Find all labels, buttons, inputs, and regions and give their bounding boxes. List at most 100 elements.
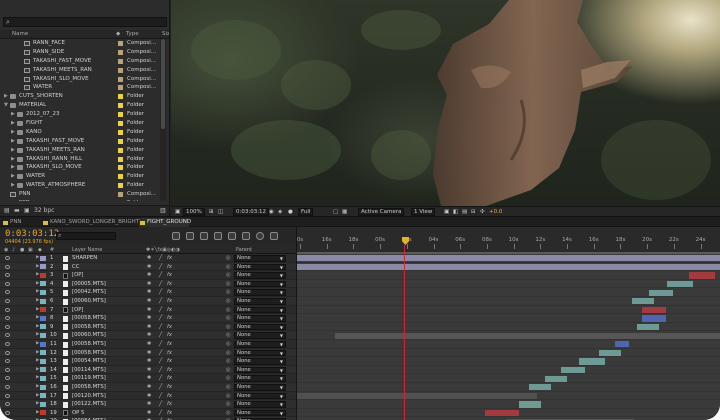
shy-switch-icon[interactable]: ✱ [147, 280, 151, 288]
expand-closed-icon[interactable]: ▶ [11, 119, 15, 128]
label-swatch[interactable] [40, 410, 46, 416]
project-item[interactable]: ▶ TAKASHI_MEETS_RAN Folder [0, 146, 169, 155]
expand-closed-icon[interactable]: ▶ [36, 409, 39, 417]
draft-3d-icon[interactable] [186, 232, 194, 240]
shy-switch-icon[interactable]: ✱ [147, 357, 151, 365]
parent-dropdown[interactable]: None ▼ [234, 332, 286, 339]
quality-switch-icon[interactable]: ╱ [159, 323, 162, 331]
project-item[interactable]: TAKASHI_SLO_MOVE Composi... [0, 75, 169, 84]
layer-row[interactable]: ▶ 16 [00058.MTS] ✱ ╱ fx ◎ None ▼ [0, 383, 296, 392]
column-name[interactable]: Name [12, 31, 28, 37]
project-item[interactable]: PNN Composi... [0, 190, 169, 199]
current-time-indicator[interactable] [404, 245, 405, 420]
eye-icon[interactable] [5, 264, 10, 269]
expand-closed-icon[interactable]: ▶ [36, 323, 39, 331]
quality-switch-icon[interactable]: ╱ [159, 288, 162, 296]
shy-switch-icon[interactable]: ✱ [147, 263, 151, 271]
project-item[interactable]: ▶ PSD Folder [0, 199, 169, 201]
layer-row[interactable]: ▶ 15 [00119.MTS] ✱ ╱ fx ◎ None ▼ [0, 374, 296, 383]
eye-icon[interactable] [5, 393, 10, 398]
expand-closed-icon[interactable]: ▶ [11, 172, 15, 181]
shy-switch-icon[interactable]: ✱ [147, 288, 151, 296]
eye-icon[interactable] [5, 376, 10, 381]
expand-closed-icon[interactable]: ▶ [36, 400, 39, 408]
expand-closed-icon[interactable]: ▶ [36, 331, 39, 339]
eye-icon[interactable] [5, 410, 10, 415]
expand-closed-icon[interactable]: ▶ [11, 155, 15, 164]
expand-closed-icon[interactable]: ▶ [11, 128, 15, 137]
fx-switch-icon[interactable]: fx [167, 288, 172, 296]
fx-switch-icon[interactable]: fx [167, 331, 172, 339]
eye-icon[interactable] [5, 273, 10, 278]
quality-switch-icon[interactable]: ╱ [159, 340, 162, 348]
timeline-timecode[interactable]: 0:03:03:12 [5, 229, 59, 239]
layer-duration-bar[interactable] [615, 341, 629, 348]
layer-duration-bar[interactable] [335, 332, 720, 339]
expand-closed-icon[interactable]: ▶ [36, 349, 39, 357]
eye-icon[interactable] [5, 281, 10, 286]
expand-closed-icon[interactable]: ▶ [36, 297, 39, 305]
fx-switch-icon[interactable]: fx [167, 280, 172, 288]
parent-dropdown[interactable]: None ▼ [234, 255, 286, 262]
region-icon[interactable]: ◫ [218, 209, 223, 215]
fx-switch-icon[interactable]: fx [167, 392, 172, 400]
quality-switch-icon[interactable]: ╱ [159, 314, 162, 322]
label-swatch[interactable] [118, 85, 123, 91]
fx-switch-icon[interactable]: fx [167, 271, 172, 279]
label-swatch[interactable] [40, 281, 46, 287]
shy-switch-icon[interactable]: ✱ [147, 374, 151, 382]
layer-duration-bar[interactable] [485, 409, 519, 417]
label-swatch[interactable] [118, 192, 123, 198]
column-layer-name[interactable]: Layer Name [72, 247, 102, 253]
project-item[interactable]: ▶ WATER_ATMOSPHERE Folder [0, 181, 169, 190]
project-item[interactable]: RANN_SIDE Composi... [0, 48, 169, 57]
layer-row[interactable]: ▶ 7 [OP] ✱ ╱ fx ◎ None ▼ [0, 305, 296, 315]
label-swatch[interactable] [118, 156, 123, 162]
layer-number-icon[interactable]: # [50, 247, 54, 253]
project-item[interactable]: RANN_FACE Composi... [0, 39, 169, 48]
expand-closed-icon[interactable]: ▶ [36, 288, 39, 296]
parent-dropdown[interactable]: None ▼ [234, 289, 286, 296]
layer-duration-bar[interactable] [529, 384, 551, 391]
motion-blur-icon[interactable] [228, 232, 236, 240]
label-swatch[interactable] [118, 94, 123, 100]
shy-switch-icon[interactable]: ✱ [147, 297, 151, 305]
exposure-value[interactable]: +0.0 [489, 209, 502, 215]
layer-row[interactable]: ▶ 9 [00058.MTS] ✱ ╱ fx ◎ None ▼ [0, 322, 296, 332]
fx-switch-icon[interactable]: fx [167, 374, 172, 382]
project-item[interactable]: TAKASHI_FAST_MOVE Composi... [0, 57, 169, 66]
eye-icon[interactable] [5, 385, 10, 389]
layer-row[interactable]: ▶ 14 [00114.MTS] ✱ ╱ fx ◎ None ▼ [0, 365, 296, 375]
pickwhip-icon[interactable]: ◎ [226, 263, 231, 271]
pickwhip-icon[interactable]: ◎ [226, 254, 231, 262]
label-swatch[interactable] [118, 165, 123, 171]
resolution-dropdown[interactable]: Full [298, 207, 314, 216]
label-swatch[interactable] [118, 58, 123, 64]
label-swatch[interactable] [40, 375, 46, 381]
quality-switch-icon[interactable]: ╱ [159, 409, 162, 417]
layer-row[interactable]: ▶ 17 [00120.MTS] ✱ ╱ fx ◎ None ▼ [0, 391, 296, 401]
layer-row[interactable]: ▶ 19 OP 5 ✱ ╱ fx ◎ None ▼ [0, 408, 296, 418]
shy-switch-icon[interactable]: ✱ [147, 306, 151, 314]
pickwhip-icon[interactable]: ◎ [226, 349, 231, 357]
label-swatch[interactable] [118, 76, 123, 82]
expand-closed-icon[interactable]: ▶ [36, 374, 39, 382]
camera-dropdown[interactable]: Active Camera [358, 207, 405, 216]
timeline-graph[interactable] [296, 254, 720, 420]
label-swatch[interactable] [40, 289, 46, 295]
timeline-search-input[interactable]: ⌕ [56, 232, 116, 240]
label-swatch[interactable] [40, 324, 46, 330]
label-swatch[interactable] [118, 147, 123, 153]
label-swatch[interactable] [118, 49, 123, 55]
pickwhip-icon[interactable]: ◎ [226, 288, 231, 296]
label-swatch[interactable] [40, 255, 46, 261]
tab-pnn[interactable]: PNN [2, 218, 40, 227]
layer-row[interactable]: ▶ 8 [00058.MTS] ✱ ╱ fx ◎ None ▼ [0, 314, 296, 323]
fast-preview-icon[interactable]: ◧ [453, 209, 458, 215]
parent-dropdown[interactable]: None ▼ [234, 280, 286, 288]
shy-switch-icon[interactable]: ✱ [147, 349, 151, 357]
pickwhip-icon[interactable]: ◎ [226, 314, 231, 322]
label-swatch[interactable] [118, 67, 123, 73]
parent-dropdown[interactable]: None ▼ [234, 263, 286, 271]
layer-row[interactable]: ▶ 5 [00042.MTS] ✱ ╱ fx ◎ None ▼ [0, 288, 296, 297]
